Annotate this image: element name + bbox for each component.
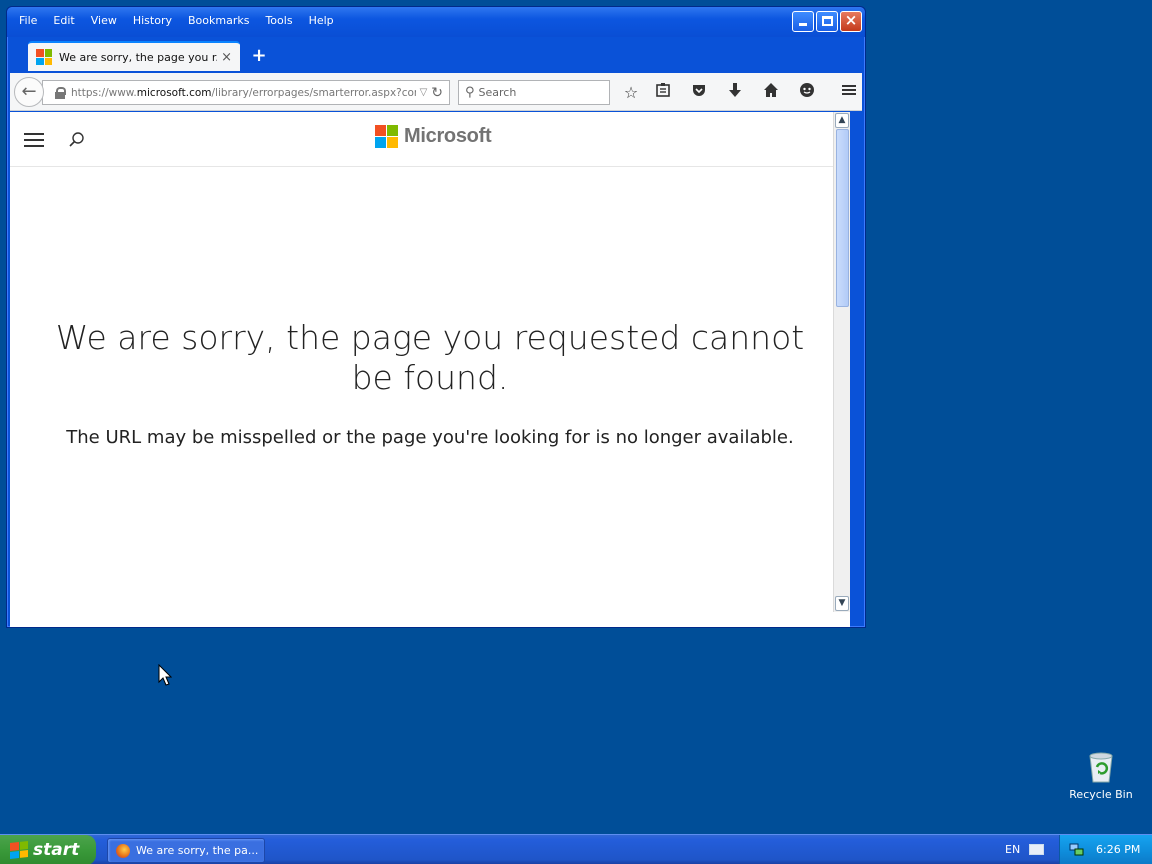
back-arrow-icon: ← [21, 81, 37, 102]
site-menu-icon[interactable] [24, 133, 44, 147]
taskbar-item-label: We are sorry, the pa... [136, 844, 259, 857]
tab-active[interactable]: We are sorry, the page you r... × [28, 41, 240, 71]
url-domain: microsoft.com [136, 86, 212, 99]
start-label: start [33, 840, 80, 860]
mouse-pointer-icon [158, 663, 173, 690]
site-header: Microsoft [10, 112, 850, 167]
minimize-button[interactable] [792, 11, 814, 32]
menu-history[interactable]: History [125, 11, 180, 33]
system-tray: 6:26 PM [1059, 835, 1152, 864]
taskbar: start We are sorry, the pa... EN 6:26 PM [0, 834, 1152, 864]
scroll-up-icon[interactable]: ▲ [835, 113, 849, 128]
tab-strip: We are sorry, the page you r... × + [10, 37, 862, 73]
navigation-toolbar: https://www.microsoft.com/library/errorp… [10, 73, 862, 111]
window-controls: × [792, 11, 862, 32]
microsoft-logo[interactable]: Microsoft [375, 125, 492, 148]
url-dropdown-icon[interactable]: ▽ [420, 87, 428, 98]
network-icon[interactable] [1069, 842, 1084, 857]
maximize-icon [822, 16, 833, 26]
url-text[interactable]: https://www.microsoft.com/library/errorp… [71, 87, 416, 99]
url-prefix: https://www. [71, 86, 137, 99]
minimize-icon [799, 23, 807, 26]
tab-close-icon[interactable]: × [221, 50, 232, 65]
language-indicator[interactable]: EN [1005, 843, 1020, 856]
menu-view[interactable]: View [83, 11, 125, 33]
search-box[interactable]: ⚲ [458, 80, 610, 105]
recycle-bin[interactable]: Recycle Bin [1066, 750, 1136, 801]
lock-icon [55, 86, 66, 99]
tab-title: We are sorry, the page you r... [59, 50, 218, 64]
scroll-down-icon[interactable]: ▼ [835, 596, 849, 611]
menu-file[interactable]: File [11, 11, 45, 33]
browser-window: File Edit View History Bookmarks Tools H… [6, 6, 866, 628]
menu-tools[interactable]: Tools [257, 11, 300, 33]
recycle-bin-icon [1086, 750, 1116, 784]
chat-icon[interactable] [796, 82, 818, 104]
maximize-button[interactable] [816, 11, 838, 32]
menu-help[interactable]: Help [301, 11, 342, 33]
taskbar-item-firefox[interactable]: We are sorry, the pa... [107, 838, 265, 863]
microsoft-favicon-icon [36, 49, 52, 65]
url-path: /library/errorpages/smarterror.aspx?corr… [211, 86, 416, 99]
search-icon: ⚲ [465, 85, 475, 100]
home-icon[interactable] [760, 82, 782, 104]
star-icon[interactable]: ☆ [620, 82, 642, 104]
microsoft-logo-icon [375, 125, 398, 148]
keyboard-icon[interactable] [1029, 844, 1044, 855]
new-tab-button[interactable]: + [248, 45, 270, 66]
firefox-icon [116, 843, 130, 858]
brand-name: Microsoft [404, 125, 492, 147]
error-subtitle: The URL may be misspelled or the page yo… [66, 427, 794, 448]
close-window-button[interactable]: × [840, 11, 862, 32]
url-bar[interactable]: https://www.microsoft.com/library/errorp… [42, 80, 450, 105]
menu-bar: File Edit View History Bookmarks Tools H… [11, 11, 342, 33]
menu-edit[interactable]: Edit [45, 11, 82, 33]
recycle-bin-label: Recycle Bin [1069, 788, 1133, 801]
reading-list-icon[interactable] [652, 82, 674, 104]
error-title: We are sorry, the page you requested can… [55, 318, 805, 397]
vertical-scrollbar[interactable]: ▲ ▼ [833, 112, 850, 612]
close-icon: × [844, 11, 858, 29]
clock: 6:26 PM [1096, 843, 1141, 856]
search-input[interactable] [478, 86, 589, 99]
back-button[interactable]: ← [14, 77, 44, 107]
title-bar[interactable]: File Edit View History Bookmarks Tools H… [7, 7, 865, 37]
windows-logo-icon [10, 841, 28, 859]
reload-icon[interactable]: ↻ [431, 85, 443, 101]
scroll-thumb[interactable] [836, 129, 849, 307]
start-button[interactable]: start [0, 835, 96, 864]
menu-icon[interactable] [838, 82, 860, 104]
download-icon[interactable] [724, 82, 746, 104]
pocket-icon[interactable] [688, 82, 710, 104]
site-search-icon[interactable] [68, 131, 86, 149]
menu-bookmarks[interactable]: Bookmarks [180, 11, 257, 33]
page-viewport: Microsoft We are sorry, the page you req… [10, 112, 850, 627]
